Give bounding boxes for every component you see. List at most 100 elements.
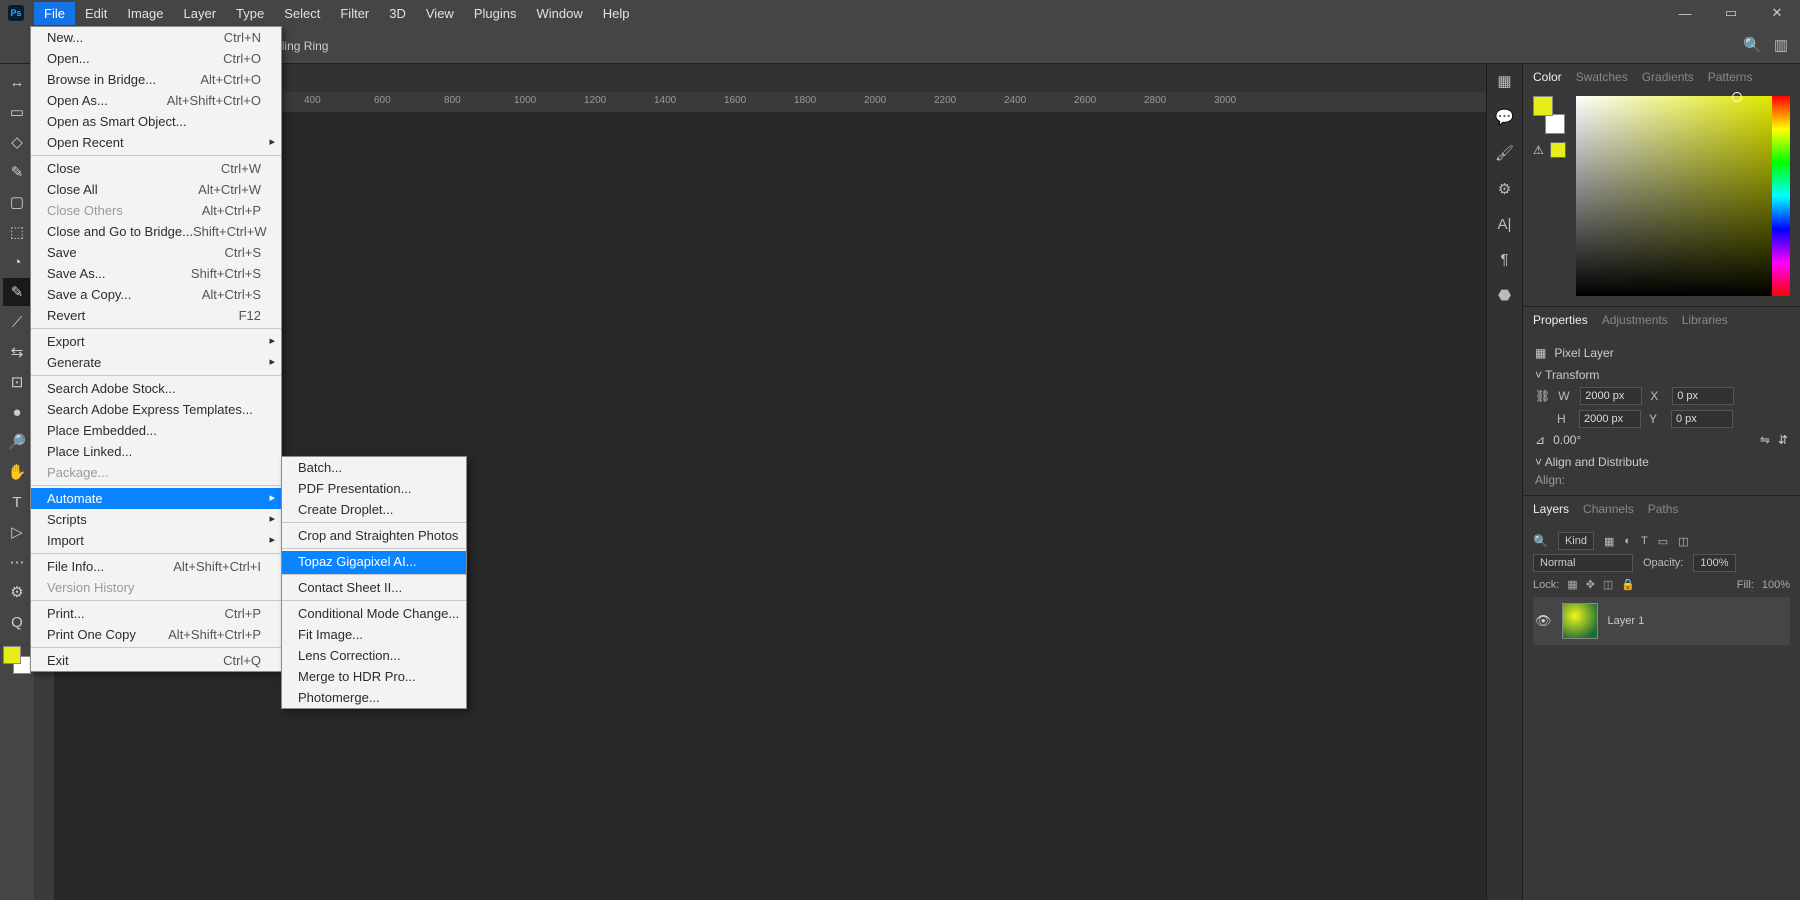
hue-slider[interactable]: [1772, 96, 1790, 296]
link-icon[interactable]: ⛓: [1535, 389, 1550, 403]
paragraph-icon[interactable]: ¶: [1500, 251, 1508, 268]
tool-5[interactable]: ⬚: [3, 218, 31, 246]
lock-all-icon[interactable]: 🔒: [1621, 578, 1635, 591]
menu-item-open-as[interactable]: Open As...Alt+Shift+Ctrl+O: [31, 90, 281, 111]
menu-item-automate[interactable]: Automate: [31, 488, 281, 509]
tab-layers[interactable]: Layers: [1533, 502, 1569, 516]
menu-type[interactable]: Type: [226, 2, 274, 25]
menu-plugins[interactable]: Plugins: [464, 2, 527, 25]
tool-12[interactable]: 🔎: [3, 428, 31, 456]
tab-paths[interactable]: Paths: [1648, 502, 1679, 516]
color-fg-swatch[interactable]: [1533, 96, 1553, 116]
tool-8[interactable]: ⟋: [3, 308, 31, 336]
menu-image[interactable]: Image: [117, 2, 173, 25]
tool-6[interactable]: ◔: [3, 248, 31, 276]
close-window-button[interactable]: ✕: [1754, 0, 1800, 26]
menu-item-exit[interactable]: ExitCtrl+Q: [31, 650, 281, 671]
panel-icon[interactable]: ▦: [1497, 72, 1511, 90]
menu-edit[interactable]: Edit: [75, 2, 117, 25]
menu-layer[interactable]: Layer: [174, 2, 227, 25]
minimize-button[interactable]: —: [1662, 0, 1708, 26]
tool-15[interactable]: ▷: [3, 518, 31, 546]
brush-icon[interactable]: 🖌: [1495, 144, 1514, 162]
flip-h-icon[interactable]: ⇋: [1760, 433, 1770, 447]
tab-swatches[interactable]: Swatches: [1576, 70, 1628, 84]
y-input[interactable]: [1671, 410, 1733, 428]
x-input[interactable]: [1672, 387, 1734, 405]
menu-item-open[interactable]: Open...Ctrl+O: [31, 48, 281, 69]
foreground-background-swatch[interactable]: [3, 646, 31, 674]
menu-item-place-linked[interactable]: Place Linked...: [31, 441, 281, 462]
menu-item-batch[interactable]: Batch...: [282, 457, 466, 478]
menu-item-search-adobe-express-templates[interactable]: Search Adobe Express Templates...: [31, 399, 281, 420]
layer-name[interactable]: Layer 1: [1608, 615, 1645, 627]
menu-filter[interactable]: Filter: [330, 2, 379, 25]
character-icon[interactable]: A|: [1498, 216, 1512, 233]
tool-7[interactable]: ✎: [3, 278, 31, 306]
layer-filter-icon[interactable]: 🔍: [1533, 534, 1548, 548]
adjust-icon[interactable]: ⚙: [1498, 180, 1511, 198]
menu-view[interactable]: View: [416, 2, 464, 25]
menu-item-save-a-copy[interactable]: Save a Copy...Alt+Ctrl+S: [31, 284, 281, 305]
transform-section[interactable]: ˅ Transform: [1535, 368, 1788, 382]
menu-item-conditional-mode-change[interactable]: Conditional Mode Change...: [282, 603, 466, 624]
menu-item-close-and-go-to-bridge[interactable]: Close and Go to Bridge...Shift+Ctrl+W: [31, 221, 281, 242]
filter-pixel-icon[interactable]: ▦: [1604, 535, 1614, 548]
tool-14[interactable]: T: [3, 488, 31, 516]
menu-item-save[interactable]: SaveCtrl+S: [31, 242, 281, 263]
menu-item-open-recent[interactable]: Open Recent: [31, 132, 281, 156]
lock-pixels-icon[interactable]: ▦: [1567, 578, 1577, 591]
search-icon[interactable]: 🔍: [1743, 36, 1762, 54]
lock-position-icon[interactable]: ✥: [1586, 578, 1595, 591]
tool-0[interactable]: ↔: [3, 68, 31, 96]
layer-row[interactable]: 👁 Layer 1: [1533, 597, 1790, 645]
menu-file[interactable]: File: [34, 2, 75, 25]
maximize-button[interactable]: ▭: [1708, 0, 1754, 26]
tab-patterns[interactable]: Patterns: [1708, 70, 1753, 84]
menu-item-generate[interactable]: Generate: [31, 352, 281, 376]
tab-libraries[interactable]: Libraries: [1682, 313, 1728, 327]
tool-18[interactable]: Q: [3, 608, 31, 636]
filter-shape-icon[interactable]: ▭: [1658, 535, 1668, 548]
tab-channels[interactable]: Channels: [1583, 502, 1634, 516]
filter-type-icon[interactable]: T: [1641, 535, 1648, 547]
width-input[interactable]: [1580, 387, 1642, 405]
layer-filter-kind[interactable]: Kind: [1558, 532, 1594, 550]
opacity-input[interactable]: 100%: [1693, 554, 1735, 572]
menu-item-fit-image[interactable]: Fit Image...: [282, 624, 466, 645]
lock-artboard-icon[interactable]: ◫: [1603, 578, 1613, 591]
menu-item-new[interactable]: New...Ctrl+N: [31, 27, 281, 48]
tool-1[interactable]: ▭: [3, 98, 31, 126]
menu-item-merge-to-hdr-pro[interactable]: Merge to HDR Pro...: [282, 666, 466, 687]
gamut-warning-icon[interactable]: ⚠: [1533, 143, 1544, 157]
menu-item-close-all[interactable]: Close AllAlt+Ctrl+W: [31, 179, 281, 200]
align-section[interactable]: ˅ Align and Distribute: [1535, 455, 1788, 469]
menu-window[interactable]: Window: [526, 2, 592, 25]
menu-item-open-as-smart-object[interactable]: Open as Smart Object...: [31, 111, 281, 132]
tool-2[interactable]: ◇: [3, 128, 31, 156]
menu-item-crop-and-straighten-photos[interactable]: Crop and Straighten Photos: [282, 525, 466, 549]
menu-item-file-info[interactable]: File Info...Alt+Shift+Ctrl+I: [31, 556, 281, 577]
tab-gradients[interactable]: Gradients: [1642, 70, 1694, 84]
workspace-switcher-icon[interactable]: ▥: [1774, 36, 1788, 54]
menu-help[interactable]: Help: [593, 2, 640, 25]
menu-item-browse-in-bridge[interactable]: Browse in Bridge...Alt+Ctrl+O: [31, 69, 281, 90]
layer-thumbnail[interactable]: [1562, 603, 1598, 639]
tool-11[interactable]: ●: [3, 398, 31, 426]
blend-mode-dropdown[interactable]: Normal: [1533, 554, 1633, 572]
menu-item-photomerge[interactable]: Photomerge...: [282, 687, 466, 708]
gamut-swatch[interactable]: [1550, 142, 1566, 158]
tool-4[interactable]: ▢: [3, 188, 31, 216]
menu-item-search-adobe-stock[interactable]: Search Adobe Stock...: [31, 378, 281, 399]
menu-item-print-one-copy[interactable]: Print One CopyAlt+Shift+Ctrl+P: [31, 624, 281, 648]
color-picker[interactable]: [1576, 96, 1790, 296]
menu-item-close[interactable]: CloseCtrl+W: [31, 158, 281, 179]
menu-item-print[interactable]: Print...Ctrl+P: [31, 603, 281, 624]
menu-3d[interactable]: 3D: [379, 2, 416, 25]
menu-item-export[interactable]: Export: [31, 331, 281, 352]
tool-13[interactable]: ✋: [3, 458, 31, 486]
menu-item-import[interactable]: Import: [31, 530, 281, 554]
flip-v-icon[interactable]: ⇵: [1778, 433, 1788, 447]
tool-17[interactable]: ⚙: [3, 578, 31, 606]
color-bg-swatch[interactable]: [1545, 114, 1565, 134]
